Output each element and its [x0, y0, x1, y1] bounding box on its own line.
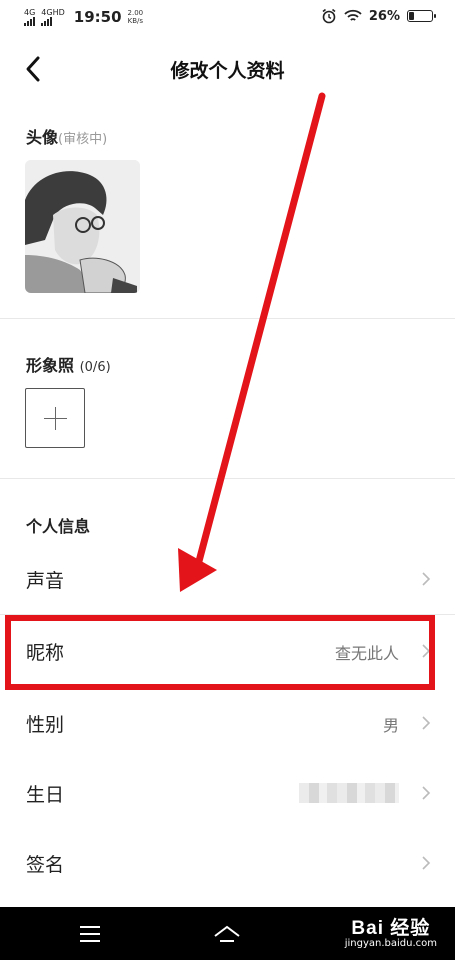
- avatar-review-status: (审核中): [58, 132, 108, 147]
- wifi-icon: [344, 9, 362, 21]
- speed-value: 2.00: [127, 9, 144, 17]
- signal-bars-icon: [41, 16, 53, 26]
- add-photo-button[interactable]: [25, 388, 85, 448]
- info-section-label: 个人信息: [26, 517, 91, 536]
- photos-section-label: 形象照 (0/6): [26, 352, 111, 376]
- signal-1: 4G: [24, 7, 36, 26]
- avatar-section-label: 头像(审核中): [26, 124, 107, 148]
- signal-2: 4GHD: [41, 7, 65, 26]
- battery-icon: [407, 10, 436, 22]
- status-time: 19:50: [73, 8, 122, 26]
- info-row-signature[interactable]: 签名: [0, 828, 455, 898]
- chevron-right-icon: [422, 716, 431, 730]
- chevron-right-icon: [422, 786, 431, 800]
- info-row-voice[interactable]: 声音: [0, 544, 455, 614]
- network-speed: 2.00 KB/s: [128, 9, 144, 25]
- signal-2-label: 4GHD: [41, 7, 65, 17]
- chevron-right-icon: [422, 572, 431, 586]
- birthday-value-blurred: [299, 783, 399, 803]
- row-label: 性别: [26, 714, 65, 736]
- annotation-highlight-box: [5, 615, 435, 690]
- menu-icon[interactable]: [75, 919, 105, 949]
- photos-label: 形象照: [26, 356, 75, 375]
- system-nav-bar: Bai 经验 jingyan.baidu.com: [0, 907, 455, 960]
- signal-1-label: 4G: [24, 7, 36, 17]
- watermark-sub: jingyan.baidu.com: [344, 938, 437, 949]
- row-value: 男: [382, 716, 399, 735]
- chevron-right-icon: [422, 856, 431, 870]
- info-row-gender[interactable]: 性别 男: [0, 688, 455, 758]
- avatar-image[interactable]: [25, 160, 140, 293]
- divider: [0, 318, 455, 319]
- page-title: 修改个人资料: [170, 60, 285, 82]
- row-label: 声音: [26, 570, 65, 592]
- baidu-jingyan-watermark: Bai 经验 jingyan.baidu.com: [345, 913, 437, 949]
- status-bar: 4G 4GHD 19:50 2.00 KB/s 26%: [0, 0, 455, 36]
- battery-percent: 26%: [368, 8, 400, 24]
- avatar-label: 头像: [26, 128, 59, 147]
- row-label: 生日: [26, 784, 65, 806]
- divider: [0, 478, 455, 479]
- home-icon[interactable]: [212, 919, 242, 949]
- row-label: 签名: [26, 854, 65, 876]
- alarm-icon: [322, 8, 336, 24]
- header: 修改个人资料: [0, 40, 455, 100]
- avatar-illustration: [25, 160, 140, 293]
- status-left: 4G 4GHD 19:50 2.00 KB/s: [24, 8, 143, 26]
- speed-unit: KB/s: [127, 17, 144, 25]
- photos-count: (0/6): [79, 360, 111, 375]
- watermark-main: Bai 经验: [351, 918, 431, 939]
- info-row-birthday[interactable]: 生日: [0, 758, 455, 828]
- status-right: 26%: [321, 8, 436, 24]
- signal-bars-icon: [24, 16, 35, 26]
- battery-fill: [409, 12, 414, 20]
